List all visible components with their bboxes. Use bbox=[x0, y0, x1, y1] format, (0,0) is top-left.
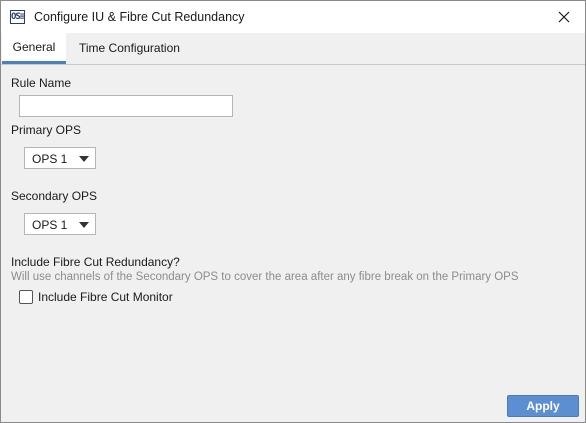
rule-name-input[interactable] bbox=[19, 95, 233, 117]
fibre-cut-heading: Include Fibre Cut Redundancy? bbox=[11, 255, 180, 269]
primary-ops-value: OPS 1 bbox=[32, 152, 68, 166]
secondary-ops-value: OPS 1 bbox=[32, 218, 68, 232]
apply-button[interactable]: Apply bbox=[507, 395, 579, 417]
tab-time-configuration[interactable]: Time Configuration bbox=[67, 33, 192, 64]
chevron-down-icon bbox=[79, 222, 89, 228]
secondary-ops-dropdown[interactable]: OPS 1 bbox=[24, 213, 96, 235]
fibre-cut-hint: Will use channels of the Secondary OPS t… bbox=[11, 271, 519, 283]
dialog-window: OS≡ Configure IU & Fibre Cut Redundancy … bbox=[0, 0, 586, 423]
tab-bar: General Time Configuration bbox=[1, 33, 585, 65]
close-icon bbox=[558, 11, 570, 23]
chevron-down-icon bbox=[79, 156, 89, 162]
close-button[interactable] bbox=[549, 5, 579, 29]
primary-ops-label: Primary OPS bbox=[11, 123, 82, 137]
tab-general[interactable]: General bbox=[2, 33, 66, 64]
app-logo-icon: OS≡ bbox=[10, 10, 25, 24]
rule-name-label: Rule Name bbox=[11, 76, 72, 90]
title-bar: OS≡ Configure IU & Fibre Cut Redundancy bbox=[1, 1, 585, 33]
window-title: Configure IU & Fibre Cut Redundancy bbox=[34, 10, 245, 24]
secondary-ops-label: Secondary OPS bbox=[11, 189, 98, 203]
include-fibre-cut-monitor-checkbox[interactable] bbox=[19, 290, 33, 304]
include-fibre-cut-monitor-label: Include Fibre Cut Monitor bbox=[38, 290, 173, 304]
primary-ops-dropdown[interactable]: OPS 1 bbox=[24, 147, 96, 169]
